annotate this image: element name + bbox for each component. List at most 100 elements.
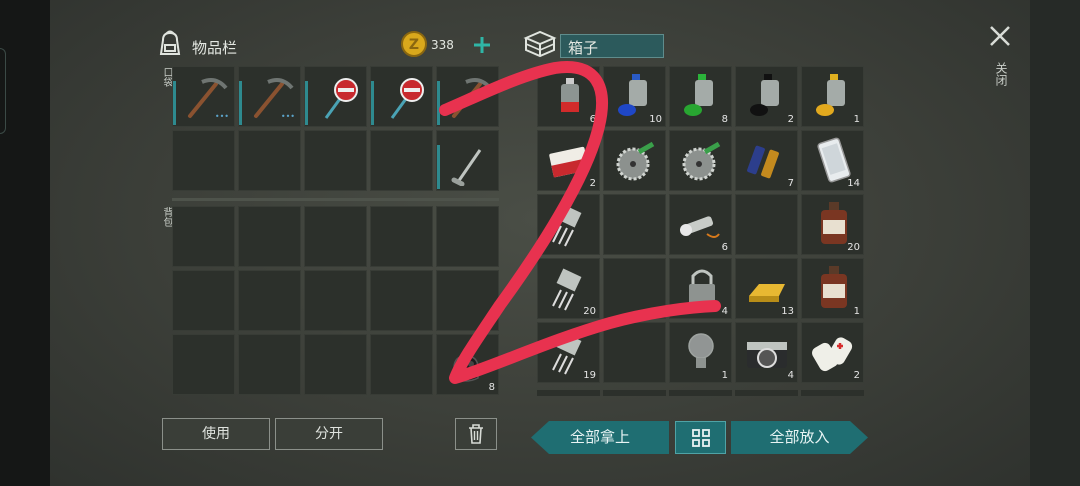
container-slot[interactable]: 14: [801, 130, 864, 191]
item-count: 8: [488, 382, 495, 393]
backpack-slot[interactable]: [172, 334, 235, 395]
item-count: 14: [847, 178, 860, 189]
camera-icon: [747, 342, 787, 368]
pocket-slot[interactable]: •••: [238, 66, 301, 127]
pocket-grid: ••• •••: [172, 66, 499, 191]
container-slot[interactable]: 6: [537, 66, 600, 127]
pocket-slot[interactable]: [436, 130, 499, 191]
take-all-button[interactable]: 全部拿上: [531, 421, 669, 454]
backpack-grid: 8: [172, 206, 499, 395]
transistor-icon: [552, 204, 582, 247]
container-slot[interactable]: [669, 130, 732, 191]
backpack-slot[interactable]: [436, 270, 499, 331]
backpack-slot[interactable]: [172, 206, 235, 267]
put-all-button[interactable]: 全部放入: [731, 421, 868, 454]
gloves-icon: [453, 355, 479, 382]
item-count: 2: [853, 370, 860, 381]
container-slot[interactable]: 2: [735, 66, 798, 127]
spray-can-green-icon: [684, 74, 713, 116]
backpack-slot[interactable]: [238, 270, 301, 331]
container-grid-scroll-hint: [537, 390, 864, 396]
durability-bar: [305, 81, 308, 125]
container-slot[interactable]: [603, 322, 666, 383]
item-count: 2: [589, 178, 596, 189]
backpack-slot[interactable]: [370, 270, 433, 331]
backpack-slot[interactable]: [172, 270, 235, 331]
pocket-slot[interactable]: [436, 66, 499, 127]
svg-text:Z: Z: [409, 37, 419, 53]
container-slot[interactable]: 4: [735, 322, 798, 383]
container-slot[interactable]: 20: [537, 258, 600, 319]
coin-icon: Z: [401, 31, 427, 57]
bandage-icon: [812, 337, 853, 372]
container-slot[interactable]: 1: [669, 322, 732, 383]
box-icon: [523, 30, 557, 58]
pocket-slot[interactable]: [238, 130, 301, 191]
backpack-slot[interactable]: [304, 334, 367, 395]
container-slot[interactable]: 2: [537, 130, 600, 191]
spray-can-yellow-icon: [816, 74, 845, 116]
container-slot[interactable]: [603, 194, 666, 255]
container-slot[interactable]: 19: [537, 322, 600, 383]
container-slot[interactable]: 7: [735, 130, 798, 191]
item-count: 1: [721, 370, 728, 381]
pocket-slot[interactable]: [304, 66, 367, 127]
pocket-slot[interactable]: [370, 66, 433, 127]
container-slot[interactable]: [603, 130, 666, 191]
item-count: 7: [787, 178, 794, 189]
use-button[interactable]: 使用: [162, 418, 270, 450]
sort-button[interactable]: [675, 421, 726, 454]
pocket-slot[interactable]: •••: [172, 66, 235, 127]
padlock-icon: [689, 269, 715, 306]
trash-icon: [469, 424, 483, 444]
pocket-backpack-divider: [172, 198, 499, 201]
phone-edge-left: [0, 0, 50, 486]
phone-edge-right: [1030, 0, 1080, 486]
add-coins-icon[interactable]: [472, 35, 492, 55]
stop-sign-icon: [324, 78, 358, 119]
container-slot[interactable]: 6: [669, 194, 732, 255]
pickaxe-icon: [452, 78, 492, 118]
container-slot[interactable]: [537, 194, 600, 255]
container-slot[interactable]: 20: [801, 194, 864, 255]
saw-blade-icon: [616, 141, 655, 181]
cigarettes-icon: [549, 146, 590, 178]
durability-bar: [371, 81, 374, 125]
item-count: 20: [847, 242, 860, 253]
bottle-icon: [821, 266, 847, 308]
container-slot[interactable]: 2: [801, 322, 864, 383]
pockets-label: 口袋: [161, 67, 172, 87]
container-slot[interactable]: 1: [801, 258, 864, 319]
close-label[interactable]: 关闭: [994, 62, 1008, 86]
container-slot[interactable]: 8: [669, 66, 732, 127]
backpack-slot[interactable]: [436, 206, 499, 267]
close-icon[interactable]: [988, 24, 1012, 48]
container-slot[interactable]: 1: [801, 66, 864, 127]
container-slot[interactable]: 10: [603, 66, 666, 127]
phone-notch: [0, 48, 6, 134]
backpack-slot[interactable]: [238, 334, 301, 395]
backpack-slot[interactable]: [370, 206, 433, 267]
backpack-slot[interactable]: [238, 206, 301, 267]
trash-button[interactable]: [455, 418, 497, 450]
container-slot[interactable]: [735, 194, 798, 255]
durability-bar: [437, 81, 440, 125]
pocket-slot[interactable]: [304, 130, 367, 191]
pocket-slot[interactable]: [172, 130, 235, 191]
backpack-slot[interactable]: [304, 270, 367, 331]
backpack-slot[interactable]: [304, 206, 367, 267]
split-button[interactable]: 分开: [275, 418, 383, 450]
container-slot[interactable]: [603, 258, 666, 319]
backpack-slot[interactable]: 8: [436, 334, 499, 395]
grid-sort-icon: [692, 429, 710, 447]
item-count: 19: [583, 370, 596, 381]
coin-count: 338: [431, 38, 454, 52]
container-slot[interactable]: 13: [735, 258, 798, 319]
backpack-slot[interactable]: [370, 334, 433, 395]
item-count: 4: [787, 370, 794, 381]
item-count: 10: [649, 114, 662, 125]
saw-blade-icon: [682, 141, 721, 181]
container-slot[interactable]: 4: [669, 258, 732, 319]
game-screen: 物品栏 Z 338 箱子 关闭 口袋 背包 ••• ••• 8 6 10 8 2 1 2 7 1…: [50, 0, 1030, 486]
pocket-slot[interactable]: [370, 130, 433, 191]
